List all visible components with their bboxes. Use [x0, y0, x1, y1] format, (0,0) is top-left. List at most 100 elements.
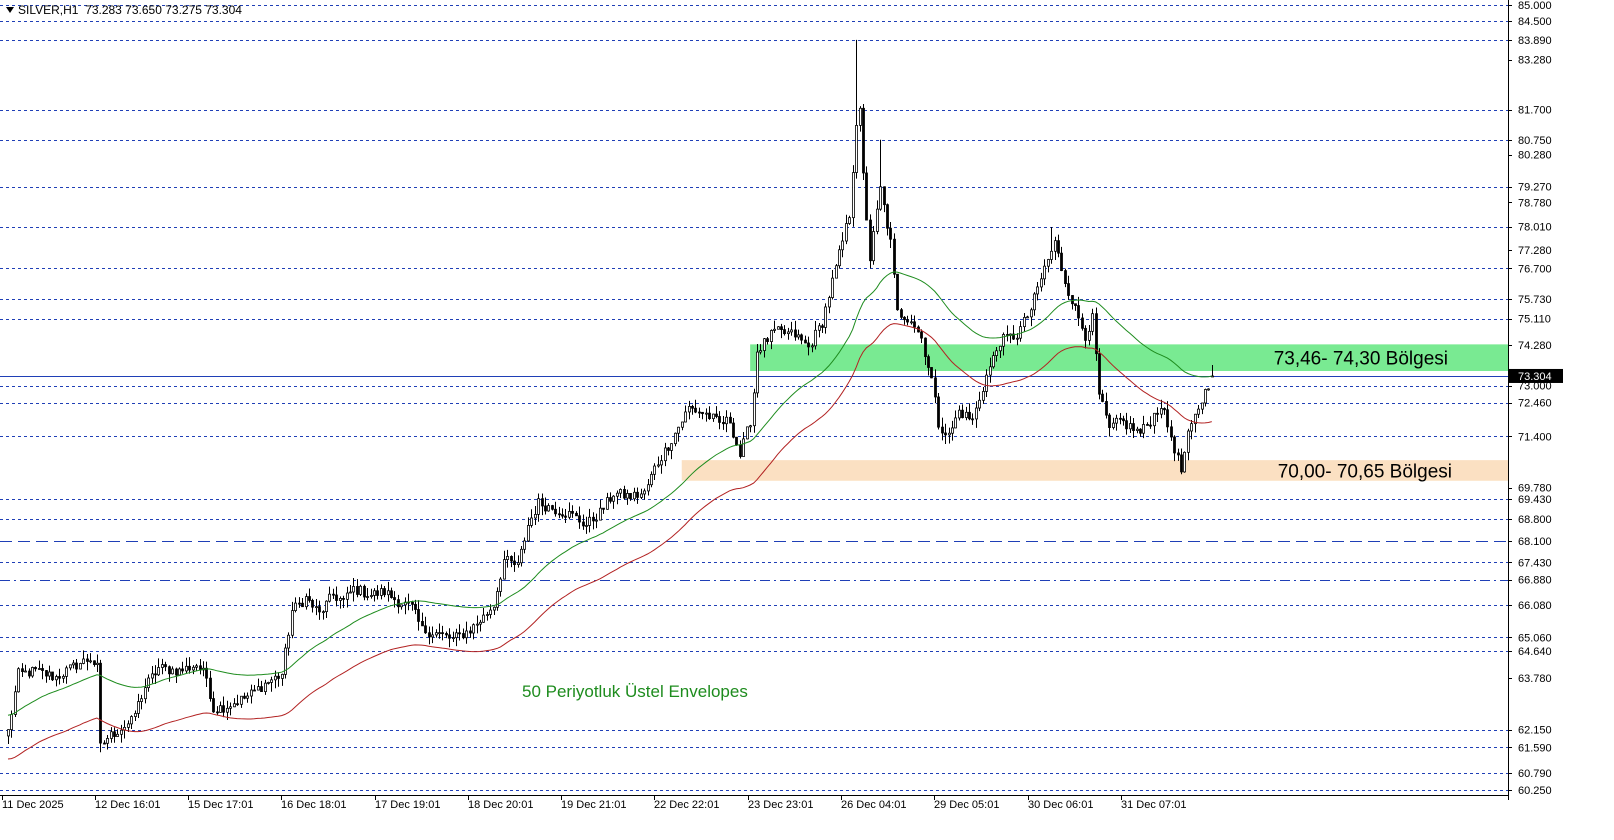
candle-body-down: [41, 668, 44, 671]
price-chart[interactable]: 73,46- 74,30 Bölgesi 70,00- 70,65 Bölgesi…: [0, 0, 1614, 840]
price-tick-label: 80.750: [1518, 135, 1552, 147]
candle-body-up: [281, 673, 284, 679]
candle-body-up: [547, 505, 550, 512]
candle-body-up: [831, 277, 834, 298]
candle-body-down: [417, 609, 420, 622]
candle-body-down: [1163, 408, 1166, 411]
candle-body-down: [421, 621, 424, 627]
price-tick-label: 75.730: [1518, 294, 1552, 306]
candle-body-up: [595, 519, 598, 522]
candle-body-up: [910, 321, 913, 324]
candle-body-down: [941, 426, 944, 434]
candle-body-up: [147, 677, 150, 689]
candle-body-down: [924, 337, 927, 358]
candle-body-up: [845, 223, 848, 242]
candle-body-down: [893, 238, 896, 275]
candle-body-down: [804, 339, 807, 344]
candle-body-up: [872, 231, 875, 262]
candle-body-up: [62, 676, 65, 679]
candle-body-up: [257, 686, 260, 691]
candle-body-down: [1084, 327, 1087, 341]
candle-body-up: [848, 217, 851, 224]
candle-body-up: [763, 338, 766, 351]
candle-body-up: [606, 497, 609, 510]
candle-body-up: [756, 351, 759, 394]
candle-body-up: [352, 586, 355, 593]
candle-body-down: [609, 497, 612, 502]
candle-body-up: [226, 707, 229, 713]
candle-body-up: [157, 667, 160, 676]
candle-body-up: [1115, 417, 1118, 424]
candle-body-down: [575, 512, 578, 517]
candle-body-up: [380, 588, 383, 596]
candle-body-up: [65, 667, 68, 677]
candle-body-down: [308, 596, 311, 601]
candle-body-up: [325, 600, 328, 613]
price-tick-label: 68.100: [1518, 536, 1552, 548]
candle-body-down: [544, 505, 547, 512]
candle-body-down: [428, 632, 431, 638]
candle-body-down: [592, 516, 595, 522]
candle-body-up: [291, 610, 294, 636]
candle-body-up: [499, 578, 502, 592]
candle-body-down: [1057, 240, 1060, 254]
candle-body-up: [681, 421, 684, 428]
candle-body-up: [814, 329, 817, 347]
candle-body-up: [322, 611, 325, 614]
candle-body-up: [195, 665, 198, 668]
candle-body-down: [889, 227, 892, 240]
candle-body-down: [318, 606, 321, 613]
candle-body-down: [1149, 424, 1152, 427]
time-tick-label: 30 Dec 06:01: [1028, 799, 1093, 811]
price-tick-label: 79.270: [1518, 182, 1552, 194]
candle-body-down: [332, 593, 335, 596]
candle-body-down: [564, 515, 567, 518]
candle-body-down: [780, 326, 783, 330]
candle-body-up: [1091, 313, 1094, 332]
candle-body-down: [732, 422, 735, 438]
candle-body-up: [240, 695, 243, 705]
candle-body-up: [110, 731, 113, 739]
candle-body-up: [684, 411, 687, 423]
candle-body-down: [968, 411, 971, 420]
price-tick-label: 61.590: [1518, 742, 1552, 754]
candle-body-down: [311, 600, 314, 608]
candle-body-up: [246, 695, 249, 699]
candle-body-up: [1183, 451, 1186, 473]
candle-body-up: [568, 510, 571, 518]
candle-body-down: [441, 632, 444, 635]
candle-body-up: [1047, 259, 1050, 267]
candle-body-down: [971, 418, 974, 421]
candle-body-up: [520, 548, 523, 564]
candle-body-up: [527, 525, 530, 542]
candle-body-down: [886, 204, 889, 229]
candle-body-down: [783, 329, 786, 335]
candle-body-up: [48, 671, 51, 677]
price-tick-label: 71.400: [1518, 431, 1552, 443]
price-tick-label: 74.280: [1518, 340, 1552, 352]
candle-body-up: [1036, 286, 1039, 295]
candle-body-down: [1060, 252, 1063, 272]
collapse-triangle-icon[interactable]: [6, 7, 14, 13]
candle-body-up: [773, 328, 776, 331]
candle-body-up: [975, 407, 978, 420]
candle-body-down: [383, 588, 386, 596]
candle-body-down: [168, 666, 171, 675]
candle-body-down: [944, 432, 947, 436]
candle-body-down: [342, 598, 345, 600]
candle-body-up: [151, 673, 154, 679]
candle-body-down: [209, 677, 212, 699]
candle-body-up: [523, 540, 526, 550]
chart-header: SILVER,H1 73.283 73.650 73.275 73.304: [6, 3, 242, 17]
candle-body-up: [1204, 389, 1207, 404]
time-tick-label: 15 Dec 17:01: [188, 799, 253, 811]
candle-body-down: [636, 491, 639, 498]
candle-body-down: [1146, 424, 1149, 426]
candle-body-down: [1166, 409, 1169, 428]
candle-body-up: [1030, 309, 1033, 318]
candle-body-down: [739, 444, 742, 457]
candle-body-up: [506, 556, 509, 560]
candle-body-down: [260, 686, 263, 693]
candle-body-up: [841, 240, 844, 251]
candle-body-up: [219, 705, 222, 713]
